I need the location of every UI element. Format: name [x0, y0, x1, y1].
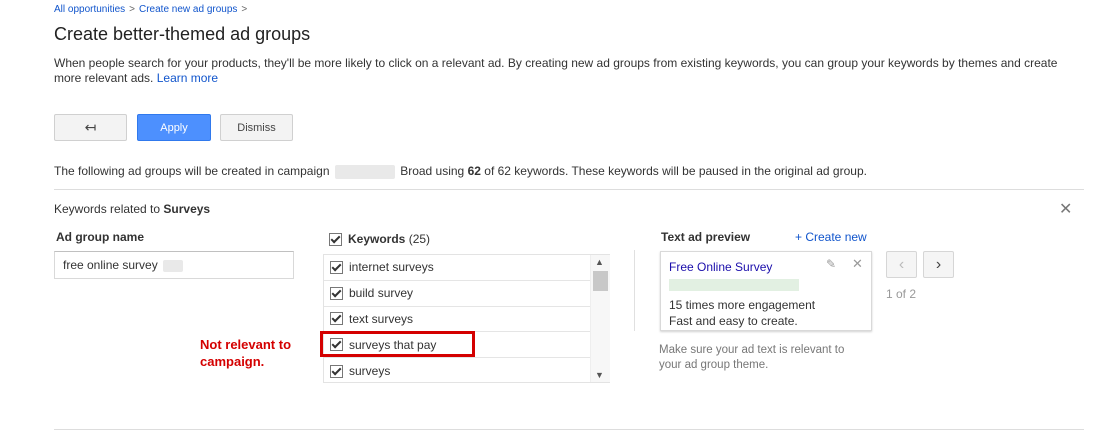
ad-relevance-hint: Make sure your ad text is relevant to yo…: [659, 344, 845, 371]
learn-more-link[interactable]: Learn more: [157, 71, 218, 85]
create-new-link[interactable]: + Create new: [795, 230, 867, 244]
summary-suffix: of 62 keywords. These keywords will be p…: [484, 164, 867, 178]
bottom-divider: [54, 429, 1084, 430]
text-ad-preview-header: Text ad preview: [661, 230, 751, 244]
previous-ad-button[interactable]: ‹: [886, 251, 917, 278]
keyword-row[interactable]: text surveys: [324, 307, 592, 333]
breadcrumb-separator: >: [129, 4, 135, 15]
adgroup-name-value: free online survey: [63, 258, 158, 272]
annotation-line2: campaign.: [200, 354, 265, 369]
intro-text: When people search for your products, th…: [54, 56, 1079, 86]
chevron-right-icon: ›: [935, 255, 942, 273]
summary-campaign-suffix: Broad using: [400, 164, 465, 178]
keyword-checkbox[interactable]: [330, 312, 343, 326]
edit-pencil-icon[interactable]: ✎: [826, 257, 836, 271]
back-button[interactable]: ↤: [54, 114, 127, 141]
related-prefix: Keywords related to: [54, 202, 161, 216]
campaign-name-redacted: [334, 164, 395, 179]
annotation-text: Not relevant to campaign.: [200, 336, 291, 370]
keyword-label: internet surveys: [349, 260, 434, 275]
divider: [54, 189, 1084, 190]
adgroup-name-header: Ad group name: [56, 230, 145, 244]
ad-description-line2: Fast and easy to create.: [669, 314, 798, 328]
close-icon[interactable]: ✕: [1059, 199, 1072, 219]
keyword-label: surveys: [349, 364, 391, 379]
keyword-label: text surveys: [349, 311, 414, 326]
keyword-row[interactable]: surveys: [324, 358, 592, 382]
breadcrumb-separator: >: [241, 4, 248, 15]
back-arrow-icon: ↤: [84, 119, 97, 135]
breadcrumb-create-ad-groups[interactable]: Create new ad groups: [139, 4, 237, 15]
breadcrumb: All opportunities > Create new ad groups >: [54, 4, 251, 15]
keywords-header: Keywords (25): [329, 232, 431, 247]
keyword-checkbox[interactable]: [330, 364, 343, 378]
keyword-row[interactable]: internet surveys: [324, 255, 592, 281]
redacted-text: [163, 259, 184, 272]
select-all-checkbox[interactable]: [329, 233, 342, 247]
summary-used-count: 62: [467, 164, 481, 178]
keywords-list: internet surveys build survey text surve…: [323, 254, 610, 383]
summary-text: The following ad groups will be created …: [54, 164, 867, 179]
keyword-checkbox[interactable]: [330, 286, 343, 300]
keywords-header-label: Keywords: [348, 232, 406, 246]
ad-display-url-redacted: [669, 279, 799, 291]
keywords-scrollbar[interactable]: ▲ ▼: [590, 255, 610, 382]
annotation-line1: Not relevant to: [200, 337, 292, 352]
apply-button[interactable]: Apply: [137, 114, 211, 141]
scroll-up-icon[interactable]: ▲: [595, 257, 604, 267]
scroll-down-icon[interactable]: ▼: [595, 370, 604, 380]
keyword-checkbox[interactable]: [330, 260, 343, 274]
scroll-thumb[interactable]: [593, 271, 608, 291]
adgroup-name-input[interactable]: free online survey: [54, 251, 294, 279]
chevron-left-icon: ‹: [898, 255, 905, 273]
related-heading: Keywords related to Surveys: [54, 202, 210, 216]
breadcrumb-all-opportunities[interactable]: All opportunities: [54, 4, 125, 15]
keyword-label: build survey: [349, 286, 414, 301]
ad-preview-card: Free Online Survey 15 times more engagem…: [660, 251, 872, 331]
ad-page-count: 1 of 2: [886, 287, 917, 301]
annotation-highlight-box: [320, 331, 475, 357]
remove-ad-icon[interactable]: ✕: [852, 256, 863, 272]
next-ad-button[interactable]: ›: [923, 251, 954, 278]
column-divider: [634, 250, 635, 331]
keywords-count: (25): [408, 232, 431, 246]
related-topic: Surveys: [163, 202, 211, 216]
summary-prefix: The following ad groups will be created …: [54, 164, 330, 178]
ad-description-line1: 15 times more engagement: [669, 298, 816, 312]
keyword-row[interactable]: build survey: [324, 281, 592, 307]
page-title: Create better-themed ad groups: [54, 24, 311, 44]
dismiss-button[interactable]: Dismiss: [220, 114, 293, 141]
